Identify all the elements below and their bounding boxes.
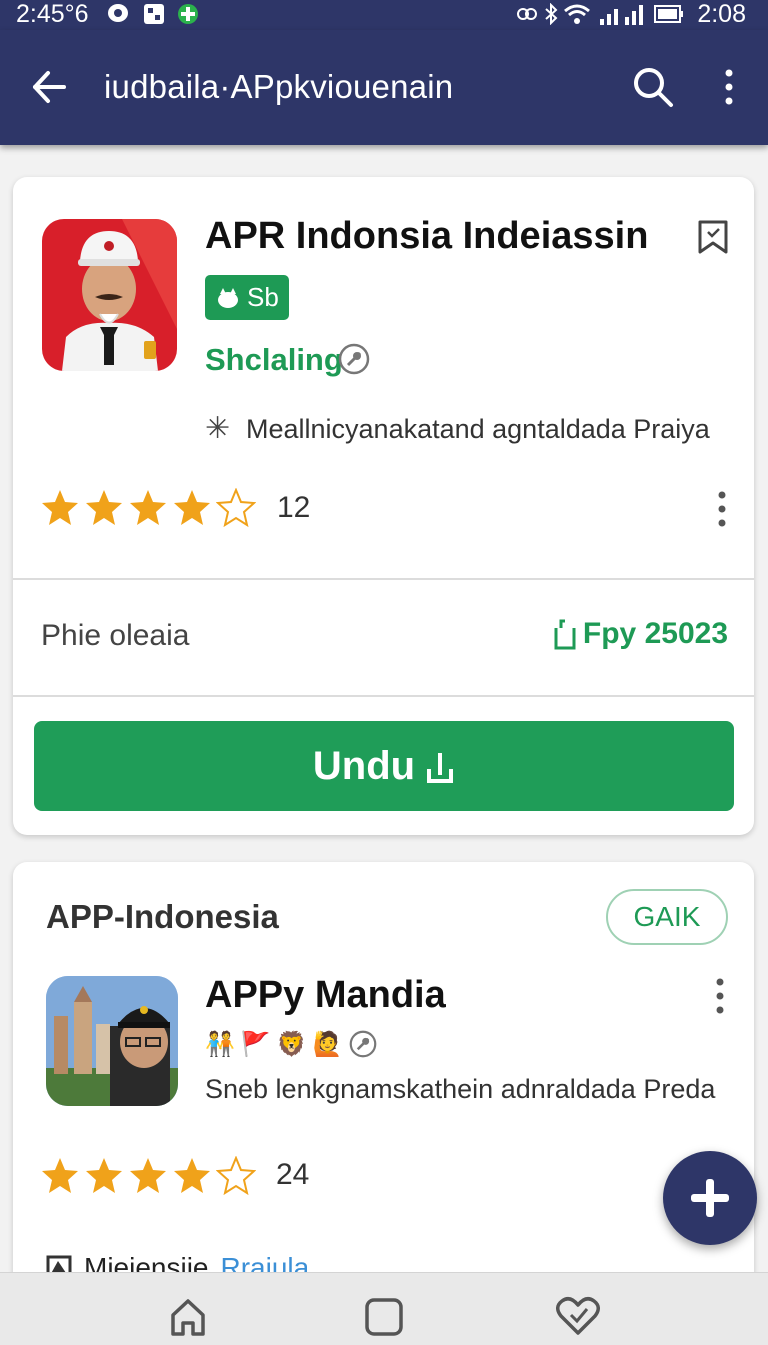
lion-icon: 🦁 bbox=[276, 1031, 307, 1058]
more-vertical-icon[interactable] bbox=[722, 68, 736, 106]
category-badge: Sb bbox=[205, 275, 289, 320]
status-time-right: 2:08 bbox=[697, 0, 746, 28]
grid-app-icon bbox=[144, 4, 164, 24]
bluetooth-icon bbox=[545, 3, 558, 25]
review-count-secondary: 24 bbox=[276, 1158, 310, 1191]
star-rating-secondary bbox=[40, 1156, 256, 1196]
officer-avatar-icon bbox=[62, 219, 177, 371]
star-empty-icon bbox=[216, 488, 256, 528]
app-title: APR Indonsia Indeiassin bbox=[205, 215, 649, 257]
recents-square-icon[interactable] bbox=[364, 1297, 404, 1337]
download-label: Undu bbox=[312, 743, 416, 788]
bag-icon bbox=[554, 619, 576, 650]
person-flag-icon: 🧑‍🤝‍🧑 bbox=[205, 1031, 235, 1058]
divider bbox=[13, 578, 754, 580]
bookmark-icon[interactable] bbox=[697, 220, 729, 254]
heart-check-icon[interactable] bbox=[556, 1295, 600, 1337]
card-more-icon[interactable] bbox=[717, 491, 727, 527]
download-button[interactable]: Undu bbox=[34, 721, 734, 811]
add-fab-button[interactable] bbox=[663, 1151, 757, 1245]
wifi-icon bbox=[564, 4, 590, 24]
review-count: 12 bbox=[277, 491, 311, 524]
creature-icon bbox=[218, 287, 238, 308]
home-icon[interactable] bbox=[169, 1297, 207, 1337]
app-card-primary[interactable]: APR Indonsia Indeiassin Sb Shclaling ✳ M… bbox=[13, 177, 754, 835]
divider bbox=[13, 695, 754, 697]
flag-icon: 🚩 bbox=[240, 1031, 271, 1058]
status-time-left: 2:45°6 bbox=[16, 0, 89, 28]
star-filled-icon bbox=[130, 1158, 166, 1193]
filter-pill-button[interactable]: GAIK bbox=[606, 889, 728, 945]
developer-name[interactable]: Shclaling bbox=[205, 342, 343, 378]
chat-bubble-icon bbox=[108, 4, 128, 22]
back-arrow-icon[interactable] bbox=[30, 68, 68, 106]
person-icon: 🙋 bbox=[312, 1031, 343, 1058]
info-value-group: Fpy 25023 bbox=[553, 617, 728, 651]
info-label: Phie oleaia bbox=[41, 619, 190, 652]
card2-more-icon[interactable] bbox=[715, 978, 725, 1014]
star-filled-icon bbox=[86, 490, 122, 525]
city-avatar-icon bbox=[46, 976, 178, 1106]
verified-pin-icon bbox=[338, 343, 370, 375]
plus-icon bbox=[691, 1179, 729, 1217]
star-filled-icon bbox=[174, 490, 210, 525]
app-bar-title: iudbaila·APpkviouenain bbox=[104, 68, 454, 105]
star-rating bbox=[40, 488, 256, 528]
app-icon-officer[interactable] bbox=[42, 219, 177, 371]
star-filled-icon bbox=[174, 1158, 210, 1193]
app-icon-mandia[interactable] bbox=[46, 976, 178, 1106]
emoji-row: 🧑‍🤝‍🧑 🚩 🦁 🙋 bbox=[205, 1030, 377, 1059]
star-filled-icon bbox=[42, 490, 78, 525]
download-icon bbox=[427, 753, 454, 783]
app-title-secondary: APPy Mandia bbox=[205, 974, 446, 1016]
app-card-secondary[interactable]: APP-Indonesia GAIK APPy Mandia 🧑‍🤝‍🧑 🚩 🦁… bbox=[13, 862, 754, 1302]
star-empty-icon bbox=[216, 1156, 256, 1196]
verified-pin-icon bbox=[349, 1030, 376, 1058]
badge-label: Sb bbox=[247, 282, 279, 312]
section-title: APP-Indonesia bbox=[46, 898, 279, 935]
info-value: Fpy 25023 bbox=[582, 617, 728, 650]
search-icon[interactable] bbox=[632, 66, 674, 108]
plus-circle-icon bbox=[178, 4, 198, 24]
asterisk-icon: ✳ bbox=[205, 412, 231, 445]
bottom-nav-bar bbox=[0, 1272, 768, 1345]
star-filled-icon bbox=[130, 490, 166, 525]
app-bar: iudbaila·APpkviouenain bbox=[0, 30, 768, 145]
signal-icon bbox=[600, 5, 643, 25]
app-description: Meallnicyanakatand agntaldada Praiya bbox=[246, 414, 710, 444]
star-filled-icon bbox=[42, 1158, 78, 1193]
status-bar: 2:45°6 2:08 bbox=[0, 0, 768, 30]
app-description-secondary: Sneb lenkgnamskathein adnraldada Preda bbox=[205, 1074, 716, 1104]
vibrate-icon bbox=[517, 8, 537, 20]
star-filled-icon bbox=[86, 1158, 122, 1193]
battery-icon bbox=[654, 5, 683, 23]
